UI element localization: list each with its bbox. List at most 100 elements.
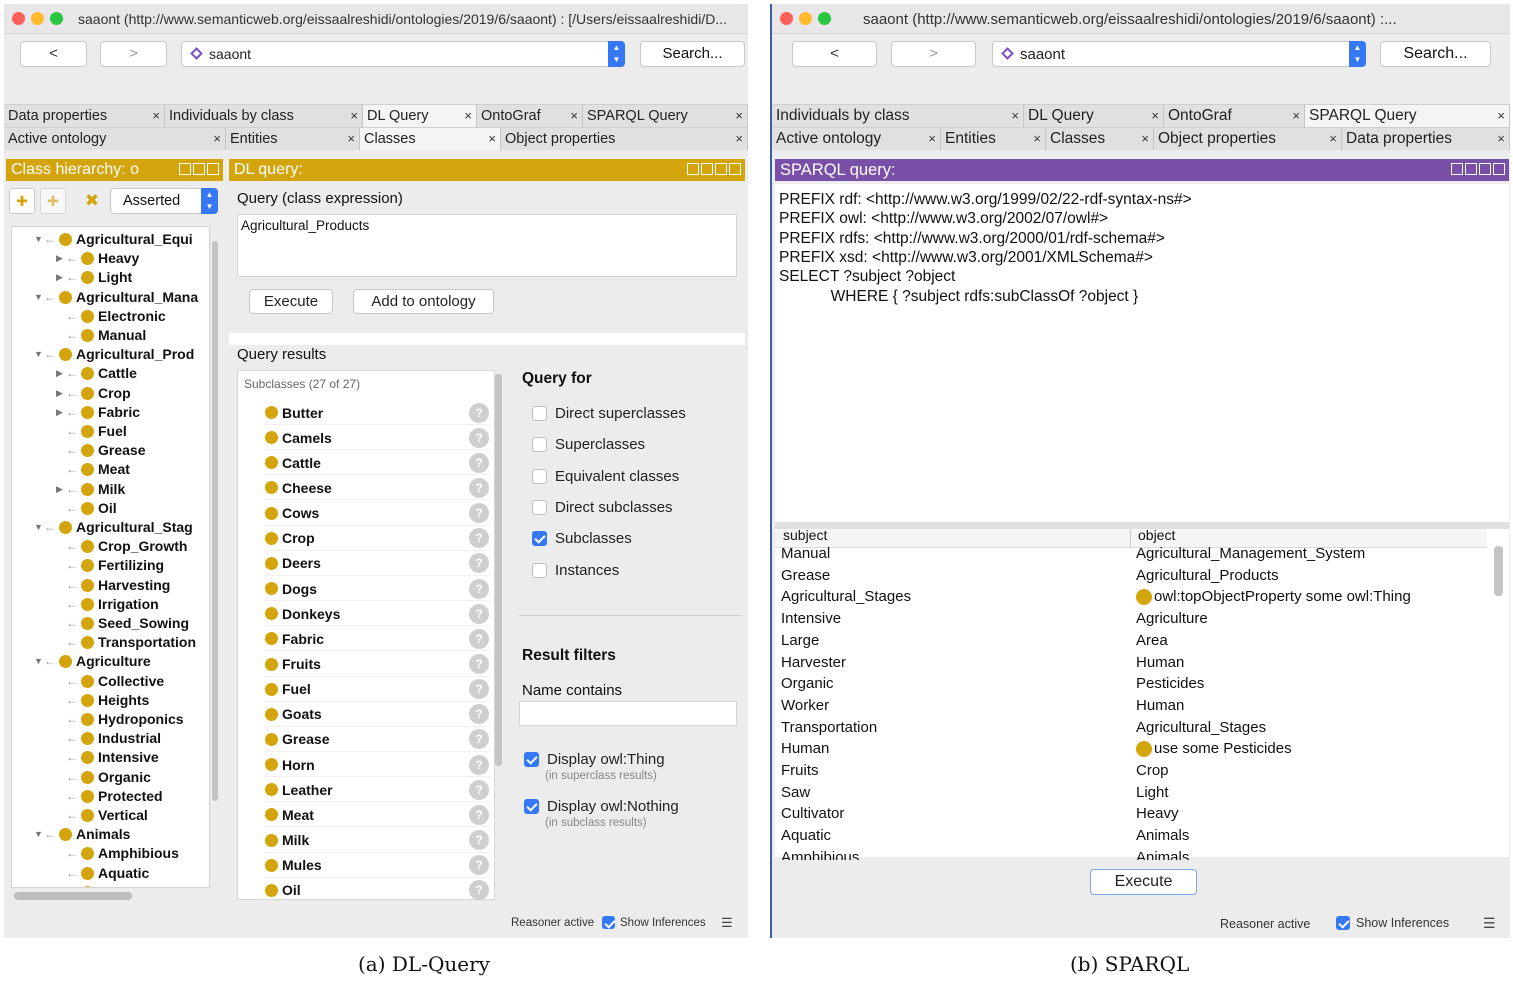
tab-ontograf[interactable]: OntoGraf × (477, 105, 583, 127)
tab-data-properties[interactable]: Data properties × (4, 105, 165, 127)
view-control-icon[interactable] (729, 163, 741, 175)
close-icon[interactable]: × (350, 105, 358, 127)
cell-object[interactable]: use some Pesticides (1136, 740, 1292, 757)
help-icon[interactable]: ? (469, 578, 489, 599)
tree-item[interactable]: ▶ ← Light (56, 268, 132, 287)
search-button[interactable]: Search... (1380, 41, 1491, 67)
close-icon[interactable]: × (488, 128, 496, 150)
checkbox-icon[interactable] (532, 499, 547, 515)
tree-item[interactable]: ← Harvesting (56, 576, 170, 595)
expanded-icon[interactable]: ▼ (34, 288, 44, 307)
result-item[interactable]: Dogs? (265, 577, 491, 602)
query-for-option[interactable]: Direct superclasses (532, 405, 686, 422)
cell-object[interactable]: Human (1136, 654, 1184, 671)
view-control-icon[interactable] (1451, 163, 1463, 175)
result-item[interactable]: Milk? (265, 829, 491, 853)
close-icon[interactable]: × (347, 128, 355, 150)
view-control-icon[interactable] (207, 163, 219, 175)
cell-subject[interactable]: Agricultural_Stages (781, 588, 911, 605)
tab-individuals-by-class[interactable]: Individuals by class × (165, 105, 363, 127)
results-scrollbar[interactable] (495, 374, 502, 766)
execute-button[interactable]: Execute (1090, 869, 1197, 895)
cell-object[interactable]: Crop (1136, 762, 1169, 779)
column-object[interactable]: object (1138, 527, 1175, 543)
tree-item[interactable]: ▼ ← Animals (34, 825, 130, 844)
collapsed-icon[interactable]: ▶ (56, 384, 66, 403)
cell-subject[interactable]: Worker (781, 697, 829, 714)
expanded-icon[interactable]: ▼ (34, 652, 44, 671)
display-nothing-checkbox[interactable]: Display owl:Nothing (524, 798, 679, 815)
help-icon[interactable]: ? (469, 830, 489, 851)
checkbox-icon[interactable] (524, 752, 539, 767)
display-thing-checkbox[interactable]: Display owl:Thing (524, 751, 665, 768)
cell-subject[interactable]: Cultivator (781, 805, 844, 822)
result-item[interactable]: Grease? (265, 728, 491, 752)
back-button[interactable]: < (20, 41, 87, 67)
ontology-selector[interactable]: saaont ▲ ▼ (992, 41, 1366, 67)
close-window-icon[interactable] (12, 12, 25, 25)
tree-item[interactable]: ← Fertilizing (56, 556, 164, 575)
add-subclass-icon[interactable]: ✚ (9, 188, 35, 214)
tree-item[interactable]: ← Fuel (56, 422, 127, 441)
tree-item[interactable]: ▶ ← Crop (56, 384, 131, 403)
list-menu-icon[interactable]: ☰ (721, 915, 733, 931)
tree-item[interactable]: ← Intensive (56, 748, 159, 767)
result-item[interactable]: Goats? (265, 703, 491, 727)
tree-scrollbar[interactable] (212, 241, 218, 801)
cell-subject[interactable]: Human (781, 740, 829, 757)
tree-item[interactable]: ← Hydroponics (56, 710, 184, 729)
cell-subject[interactable]: Grease (781, 567, 830, 584)
column-subject[interactable]: subject (783, 527, 827, 543)
execute-button[interactable]: Execute (249, 289, 333, 314)
close-icon[interactable]: × (1011, 105, 1019, 127)
tab-object-properties[interactable]: Object properties × (501, 128, 748, 150)
close-icon[interactable]: × (213, 128, 221, 150)
result-item[interactable]: Cattle? (265, 451, 491, 476)
help-icon[interactable]: ? (469, 503, 489, 524)
tree-item[interactable]: ← Electronic (56, 307, 166, 326)
view-control-icon[interactable] (193, 163, 205, 175)
query-for-option[interactable]: Equivalent classes (532, 468, 679, 485)
query-for-option[interactable]: Subclasses (532, 530, 632, 547)
tree-item[interactable]: ▼ ← Agriculture (34, 652, 151, 671)
view-control-icon[interactable] (179, 163, 191, 175)
tab-active-ontology[interactable]: Active ontology × (4, 128, 226, 150)
show-inferences-checkbox[interactable]: Show Inferences (602, 916, 706, 929)
close-icon[interactable]: × (1497, 128, 1505, 150)
tab-entities[interactable]: Entities × (226, 128, 360, 150)
search-button[interactable]: Search... (640, 41, 745, 67)
expanded-icon[interactable]: ▼ (34, 518, 44, 537)
add-sibling-icon[interactable]: ✚ (40, 188, 66, 214)
cell-subject[interactable]: Manual (781, 545, 830, 562)
view-control-icon[interactable] (1479, 163, 1491, 175)
tree-item[interactable]: ← Transportation (56, 633, 196, 652)
tree-item[interactable]: ← Oil (56, 499, 117, 518)
cell-object[interactable]: Human (1136, 697, 1184, 714)
cell-subject[interactable]: Harvester (781, 654, 846, 671)
collapsed-icon[interactable]: ▶ (56, 480, 66, 499)
cell-object[interactable]: Light (1136, 784, 1169, 801)
tree-item[interactable]: ▼ ← Agricultural_Mana (34, 288, 198, 307)
help-icon[interactable]: ? (469, 804, 489, 825)
name-contains-input[interactable] (519, 701, 737, 726)
cell-subject[interactable]: Transportation (781, 719, 877, 736)
help-icon[interactable]: ? (469, 427, 489, 448)
tree-item[interactable]: ▼ ← Agricultural_Stag (34, 518, 193, 537)
close-icon[interactable]: × (1033, 128, 1041, 150)
class-hierarchy-tree[interactable]: ▼ ← Agricultural_Equi ▶ ← Heavy ▶ ← Light ▼ ← Agric… (11, 226, 210, 888)
view-control-icon[interactable] (1493, 163, 1505, 175)
help-icon[interactable]: ? (469, 704, 489, 725)
view-control-icon[interactable] (715, 163, 727, 175)
tree-item[interactable]: ▶ ← Fabric (56, 403, 140, 422)
tab-ontograf[interactable]: OntoGraf × (1164, 105, 1305, 127)
cell-subject[interactable]: Intensive (781, 610, 841, 627)
results-scrollbar[interactable] (1494, 546, 1503, 596)
result-item[interactable]: Cows? (265, 502, 491, 526)
result-item[interactable]: Crop? (265, 527, 491, 551)
cell-object[interactable]: Animals (1136, 827, 1189, 844)
help-icon[interactable]: ? (469, 477, 489, 498)
query-for-option[interactable]: Direct subclasses (532, 499, 673, 516)
checkbox-icon[interactable] (532, 562, 547, 578)
cell-object[interactable]: Agricultural_Stages (1136, 719, 1266, 736)
cell-object[interactable]: Agricultural_Products (1136, 567, 1279, 584)
